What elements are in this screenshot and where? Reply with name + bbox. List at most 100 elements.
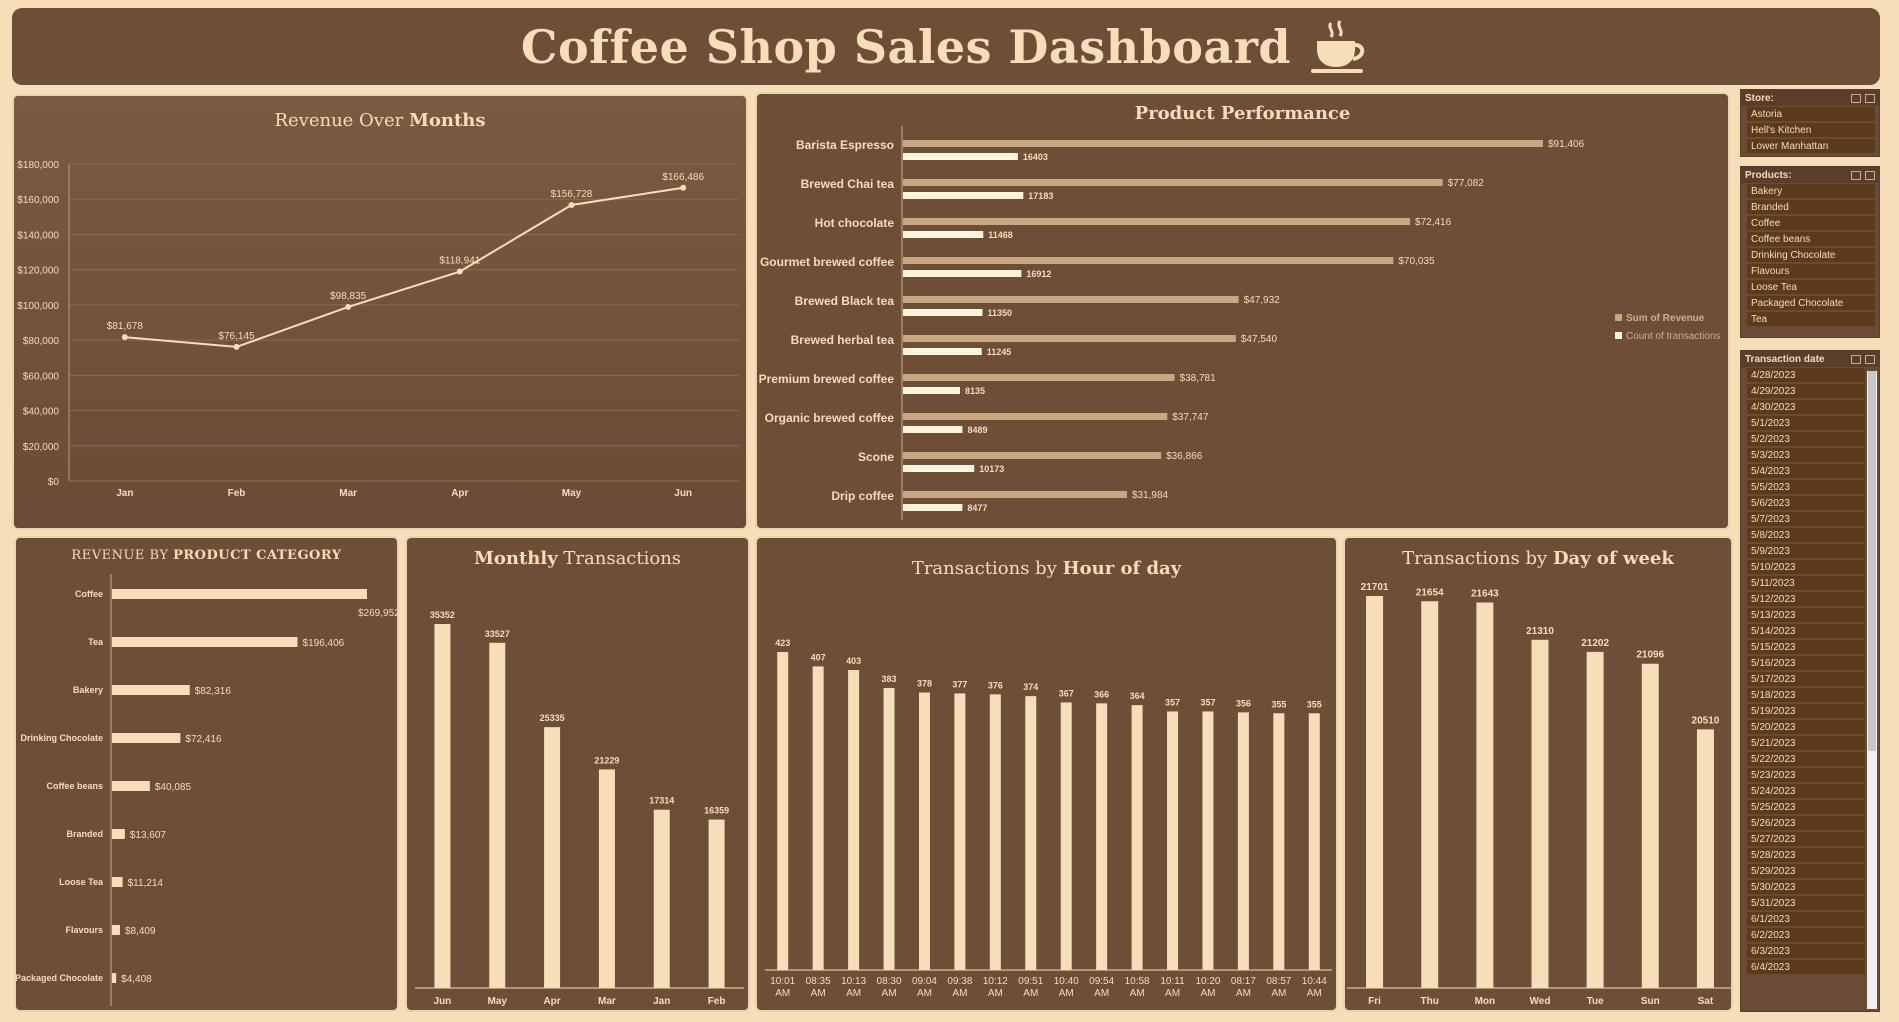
slicer-item[interactable]: 5/4/2023 (1747, 464, 1865, 479)
slicer-item[interactable]: Packaged Chocolate (1747, 296, 1875, 311)
y-tick-label: $40,000 (23, 407, 60, 418)
slicer-item[interactable]: 5/6/2023 (1747, 496, 1865, 511)
clear-filter-icon[interactable] (1865, 93, 1875, 103)
y-tick-label: $60,000 (23, 371, 60, 382)
bar (1421, 601, 1439, 988)
x-tick-label: 10:58 (1125, 976, 1150, 987)
slicer-item[interactable]: Flavours (1747, 264, 1875, 279)
slicer-item[interactable]: 5/14/2023 (1747, 624, 1865, 639)
category-label: Barista Espresso (796, 138, 894, 152)
legend-label: Count of transactions (1626, 331, 1721, 342)
slicer-item[interactable]: Drinking Chocolate (1747, 248, 1875, 263)
slicer-item[interactable]: 5/11/2023 (1747, 576, 1865, 591)
category-label: Branded (66, 829, 103, 839)
slicer-item[interactable]: Branded (1747, 200, 1875, 215)
transaction-date-slicer-header: Transaction date (1741, 351, 1879, 367)
multi-select-icon[interactable] (1851, 170, 1861, 180)
revenue-label: $38,781 (1180, 373, 1217, 384)
count-bar (903, 465, 975, 472)
slicer-item[interactable]: 5/15/2023 (1747, 640, 1865, 655)
slicer-item[interactable]: 5/28/2023 (1747, 848, 1865, 863)
y-tick-label: $180,000 (17, 160, 59, 171)
slicer-item[interactable]: 6/2/2023 (1747, 928, 1865, 943)
slicer-item[interactable]: Coffee beans (1747, 232, 1875, 247)
slicer-item[interactable]: 5/21/2023 (1747, 736, 1865, 751)
slicer-item[interactable]: 5/17/2023 (1747, 672, 1865, 687)
bar (1273, 713, 1285, 970)
bar (489, 642, 506, 988)
count-bar (903, 231, 984, 238)
slicer-item[interactable]: Bakery (1747, 184, 1875, 199)
slicer-item[interactable]: 4/29/2023 (1747, 384, 1865, 399)
slicer-item[interactable]: Coffee (1747, 216, 1875, 231)
slicer-item[interactable]: 5/30/2023 (1747, 880, 1865, 895)
slicer-item[interactable]: 5/16/2023 (1747, 656, 1865, 671)
legend-label: Sum of Revenue (1626, 313, 1705, 324)
data-label: 21310 (1526, 626, 1554, 637)
slicer-item[interactable]: 5/31/2023 (1747, 896, 1865, 911)
x-tick-label: Jan (116, 488, 133, 499)
data-label: 364 (1130, 691, 1145, 701)
scrollbar-thumb[interactable] (1868, 371, 1876, 751)
x-tick-label: Sun (1641, 996, 1660, 1007)
dashboard-header: Coffee Shop Sales Dashboard (12, 8, 1880, 85)
slicer-item[interactable]: Hell's Kitchen (1747, 123, 1875, 138)
data-label: $98,835 (330, 291, 367, 302)
date-slicer-scrollbar[interactable] (1867, 371, 1877, 1009)
slicer-item[interactable]: Loose Tea (1747, 280, 1875, 295)
category-bar (112, 973, 117, 983)
slicer-item[interactable]: Astoria (1747, 107, 1875, 122)
x-tick-label: AM (1094, 988, 1109, 999)
data-label: 16359 (704, 806, 729, 816)
slicer-item[interactable]: 5/5/2023 (1747, 480, 1865, 495)
revenue-label: $37,747 (1172, 412, 1209, 423)
slicer-item[interactable]: 5/24/2023 (1747, 784, 1865, 799)
multi-select-icon[interactable] (1851, 93, 1861, 103)
slicer-item[interactable]: 5/1/2023 (1747, 416, 1865, 431)
x-tick-label: AM (811, 988, 826, 999)
slicer-item[interactable]: 5/22/2023 (1747, 752, 1865, 767)
category-label: Scone (858, 450, 894, 464)
slicer-item[interactable]: Lower Manhattan (1747, 139, 1875, 154)
slicer-item[interactable]: 5/7/2023 (1747, 512, 1865, 527)
slicer-item[interactable]: 5/8/2023 (1747, 528, 1865, 543)
slicer-item[interactable]: 5/25/2023 (1747, 800, 1865, 815)
slicer-item[interactable]: 5/18/2023 (1747, 688, 1865, 703)
slicer-item[interactable]: 6/3/2023 (1747, 944, 1865, 959)
slicer-item[interactable]: 5/23/2023 (1747, 768, 1865, 783)
slicer-item[interactable]: 6/4/2023 (1747, 960, 1865, 975)
x-tick-label: AM (846, 988, 861, 999)
count-label: 17183 (1028, 191, 1053, 201)
clear-filter-icon[interactable] (1865, 170, 1875, 180)
slicer-item[interactable]: 5/19/2023 (1747, 704, 1865, 719)
category-bar (112, 685, 190, 695)
category-label: Brewed herbal tea (791, 333, 895, 347)
slicer-item[interactable]: 5/9/2023 (1747, 544, 1865, 559)
slicer-item[interactable]: 6/1/2023 (1747, 912, 1865, 927)
day-of-week-chart: 21701 Fri 21654 Thu 21643 Mon 21310 Wed 21202 Tue… (1347, 582, 1731, 1007)
store-slicer-items: Astoria Hell's Kitchen Lower Manhattan (1741, 107, 1879, 154)
slicer-item[interactable]: 5/13/2023 (1747, 608, 1865, 623)
multi-select-icon[interactable] (1851, 354, 1861, 364)
bar (989, 694, 1001, 970)
slicer-item[interactable]: 5/20/2023 (1747, 720, 1865, 735)
slicer-item[interactable]: 5/3/2023 (1747, 448, 1865, 463)
slicer-item[interactable]: 5/27/2023 (1747, 832, 1865, 847)
slicer-item[interactable]: 5/12/2023 (1747, 592, 1865, 607)
x-tick-label: AM (1307, 988, 1322, 999)
slicer-item[interactable]: Tea (1747, 312, 1875, 327)
bar (883, 688, 895, 970)
slicer-item[interactable]: 4/28/2023 (1747, 368, 1865, 383)
value-label: $269,952 (358, 608, 399, 619)
slicer-item[interactable]: 5/29/2023 (1747, 864, 1865, 879)
data-label: 33527 (485, 629, 510, 639)
count-label: 16403 (1023, 152, 1048, 162)
revenue-bar (903, 335, 1236, 342)
x-tick-label: Feb (708, 996, 726, 1007)
clear-filter-icon[interactable] (1865, 354, 1875, 364)
slicer-item[interactable]: 5/26/2023 (1747, 816, 1865, 831)
count-bar (903, 309, 983, 316)
slicer-item[interactable]: 5/10/2023 (1747, 560, 1865, 575)
slicer-item[interactable]: 5/2/2023 (1747, 432, 1865, 447)
slicer-item[interactable]: 4/30/2023 (1747, 400, 1865, 415)
